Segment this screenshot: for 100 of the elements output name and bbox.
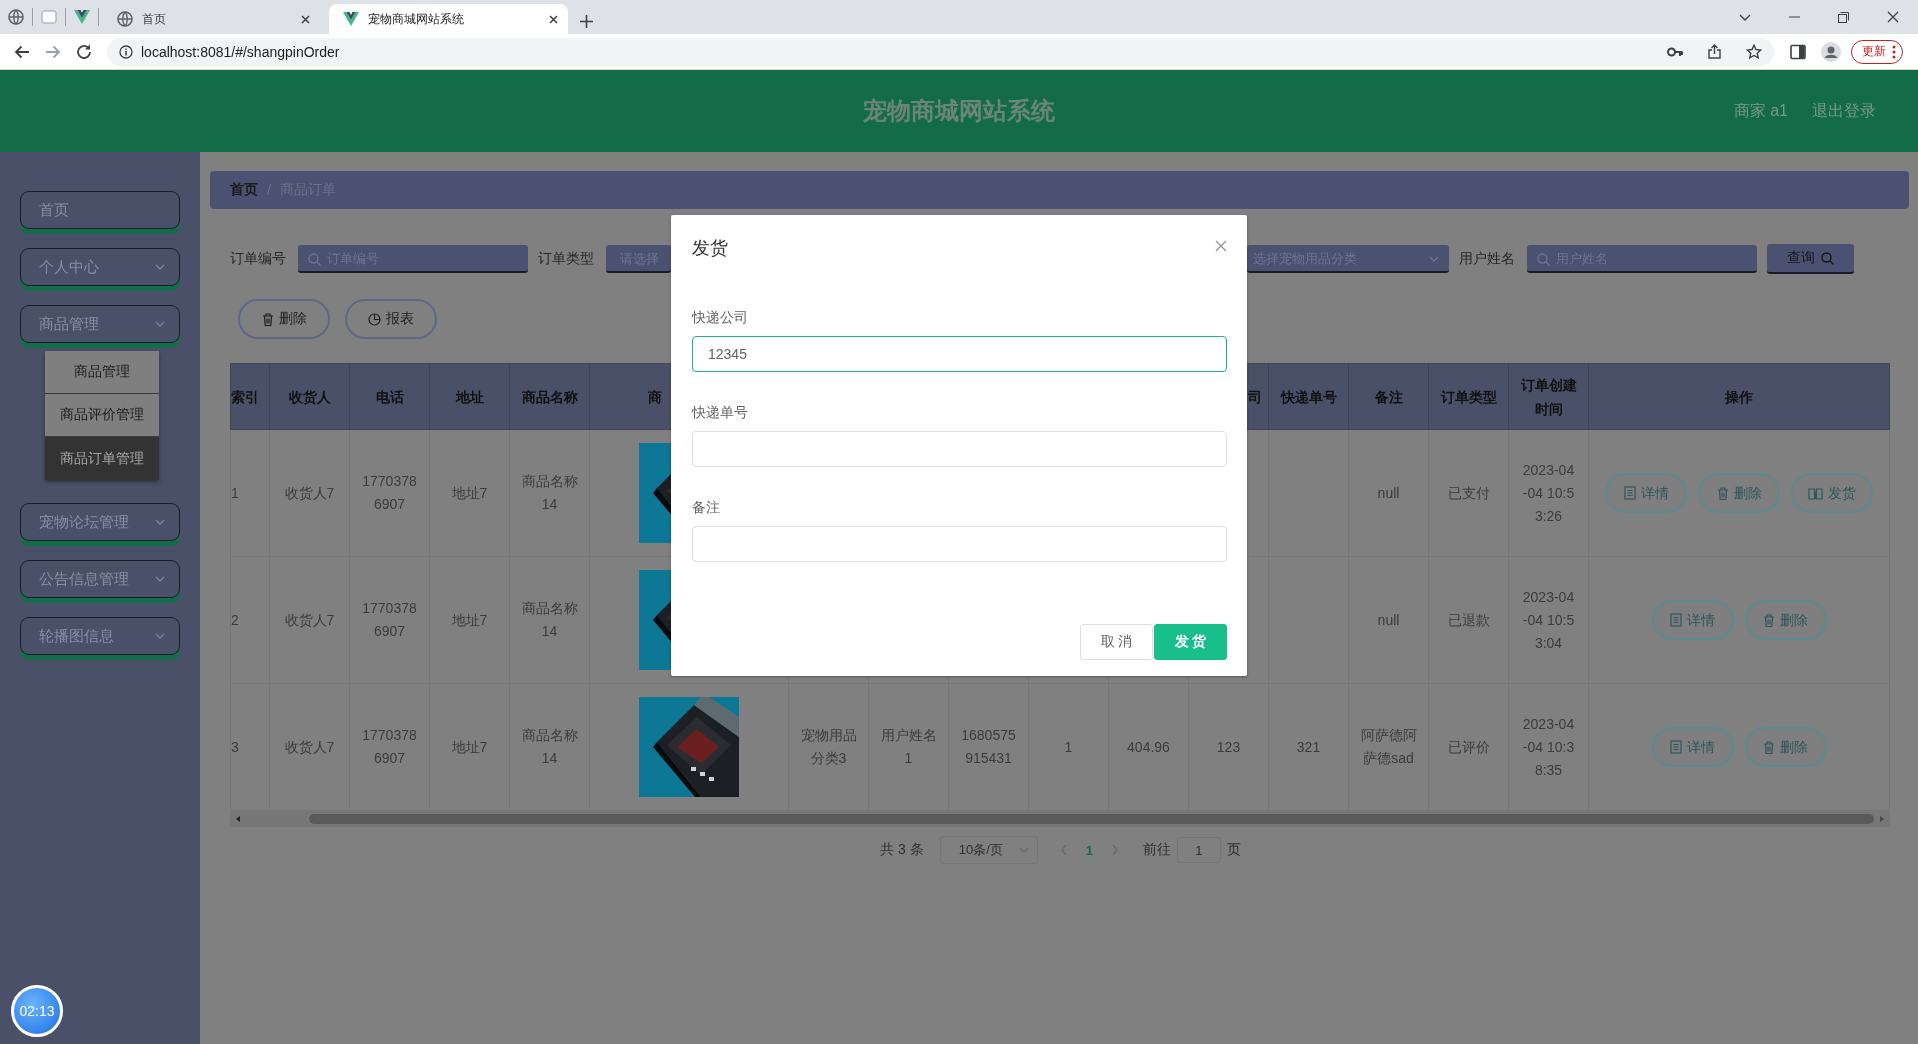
search-button[interactable]: 查询 — [1767, 244, 1854, 274]
table-cell: 17703786907 — [362, 600, 417, 639]
share-icon[interactable] — [1707, 44, 1722, 59]
globe-icon — [117, 11, 133, 27]
table-cell: 1 — [231, 484, 239, 501]
table-cell: 地址7 — [451, 738, 488, 755]
table-cell: 3 — [231, 738, 239, 755]
close-button[interactable] — [1215, 240, 1227, 252]
table-cell: 商品名称14 — [521, 727, 578, 766]
column-header: 商 — [648, 388, 662, 405]
search-icon — [308, 253, 321, 266]
row-action-button[interactable]: 发货 — [1791, 473, 1873, 513]
table-cell: 阿萨德阿萨德sad — [1360, 727, 1417, 766]
chevron-down-icon — [155, 576, 165, 582]
text-input[interactable]: 12345 — [692, 336, 1227, 372]
column-header: 订单类型 — [1440, 388, 1497, 405]
chevron-down-icon — [155, 633, 165, 639]
row-action-button[interactable]: 删除 — [1698, 473, 1780, 513]
trash-icon — [261, 312, 274, 326]
document-icon — [1670, 740, 1682, 754]
row-action-button[interactable]: 详情 — [1651, 727, 1734, 767]
side-panel-icon[interactable] — [1790, 43, 1806, 60]
table-cell: 收货人7 — [284, 484, 335, 501]
row-action-button[interactable]: 删除 — [1744, 600, 1827, 640]
column-header: 司 — [1248, 388, 1262, 405]
plus-icon[interactable] — [580, 15, 593, 28]
reload-icon[interactable] — [75, 42, 93, 61]
breadcrumb-separator: / — [267, 182, 271, 198]
table-cell: 宠物用品分类3 — [800, 727, 857, 766]
document-icon — [1623, 486, 1636, 500]
table-cell: 2023-04-04 10:53:04 — [1522, 588, 1575, 651]
update-button[interactable]: 更新 — [1851, 39, 1903, 64]
more-icon — [1892, 44, 1896, 59]
field-label: 用户姓名 — [1459, 250, 1515, 268]
chevron-down-icon[interactable] — [1739, 13, 1751, 21]
close-icon — [1215, 240, 1227, 252]
text-input[interactable] — [692, 431, 1227, 467]
table-cell: 2023-04-04 10:38:35 — [1522, 715, 1575, 778]
v-logo-icon[interactable] — [74, 10, 90, 24]
field-label: 订单编号 — [230, 250, 286, 268]
table-cell: 商品名称14 — [521, 600, 578, 639]
dialog-title: 发货 — [692, 237, 728, 260]
search-icon — [1821, 251, 1834, 265]
browser-tab[interactable]: 宠物商城网站系统 — [329, 4, 568, 34]
chevron-down-icon — [155, 264, 165, 270]
user-name: 商家 a1 — [1733, 100, 1788, 121]
browser-tab[interactable]: 首页 — [103, 4, 320, 34]
page-suffix: 页 — [1226, 841, 1241, 859]
table-cell: 1680575915431 — [961, 727, 1016, 766]
table-cell: 收货人7 — [284, 611, 335, 628]
table-cell: 17703786907 — [362, 727, 417, 766]
column-header: 快递单号 — [1280, 388, 1337, 405]
table-cell: 17703786907 — [362, 473, 417, 512]
row-action-button[interactable]: 详情 — [1651, 600, 1734, 640]
column-header: 订单创建时间 — [1520, 376, 1577, 417]
table-cell: 已支付 — [1447, 484, 1490, 501]
scrollbar-thumb[interactable] — [309, 814, 1874, 824]
row-action-button[interactable]: 详情 — [1605, 473, 1687, 513]
table-cell: 用户姓名1 — [880, 727, 937, 766]
column-header: 备注 — [1374, 388, 1403, 405]
table-cell: 地址7 — [451, 484, 488, 501]
submenu-item[interactable]: 商品订单管理 — [45, 437, 159, 480]
profile-icon[interactable] — [1821, 41, 1841, 62]
action-button[interactable]: 删除 — [238, 299, 330, 339]
submenu-item[interactable]: 商品评价管理 — [45, 394, 159, 437]
column-header: 索引 — [231, 388, 259, 405]
text-input[interactable] — [692, 526, 1227, 562]
field-label: 订单类型 — [538, 250, 594, 268]
action-button[interactable]: 报表 — [345, 299, 437, 339]
cancel-button[interactable]: 取 消 — [1080, 624, 1153, 660]
goto-label: 前往 — [1142, 841, 1171, 859]
total-count: 共 3 条 — [880, 841, 924, 859]
page-number[interactable]: 1 — [1085, 842, 1093, 858]
star-icon[interactable] — [1746, 43, 1762, 60]
close-icon[interactable] — [1887, 11, 1899, 23]
table-cell: 2023-04-04 10:53:26 — [1522, 461, 1575, 524]
row-action-button[interactable]: 删除 — [1744, 727, 1827, 767]
table-cell: 地址7 — [451, 611, 488, 628]
page-input[interactable]: 1 — [1176, 837, 1221, 863]
restore-icon[interactable] — [1838, 11, 1849, 23]
logout-link[interactable]: 退出登录 — [1812, 100, 1876, 122]
table-cell: 已退款 — [1447, 611, 1490, 628]
globe-icon[interactable] — [8, 9, 24, 25]
key-icon[interactable] — [1667, 46, 1683, 57]
scroll-left-icon[interactable] — [234, 815, 242, 823]
column-header: 电话 — [375, 388, 404, 405]
table-cell: 321 — [1296, 738, 1321, 755]
page-size-select[interactable]: 10条/页 — [939, 836, 1038, 864]
table-cell: 123 — [1216, 738, 1241, 755]
column-header: 操作 — [1725, 388, 1753, 405]
table-cell: 商品名称14 — [521, 473, 578, 512]
field-label: 备注 — [692, 498, 721, 517]
table-cell: 已评价 — [1447, 738, 1490, 755]
field-label: 快递公司 — [692, 308, 749, 327]
confirm-button[interactable]: 发 货 — [1154, 624, 1227, 660]
breadcrumb-item[interactable]: 首页 — [230, 181, 258, 199]
trash-icon — [1763, 613, 1775, 627]
table-cell: 2 — [231, 611, 239, 628]
table-cell: 收货人7 — [284, 738, 335, 755]
submenu-item[interactable]: 商品管理 — [45, 351, 159, 394]
